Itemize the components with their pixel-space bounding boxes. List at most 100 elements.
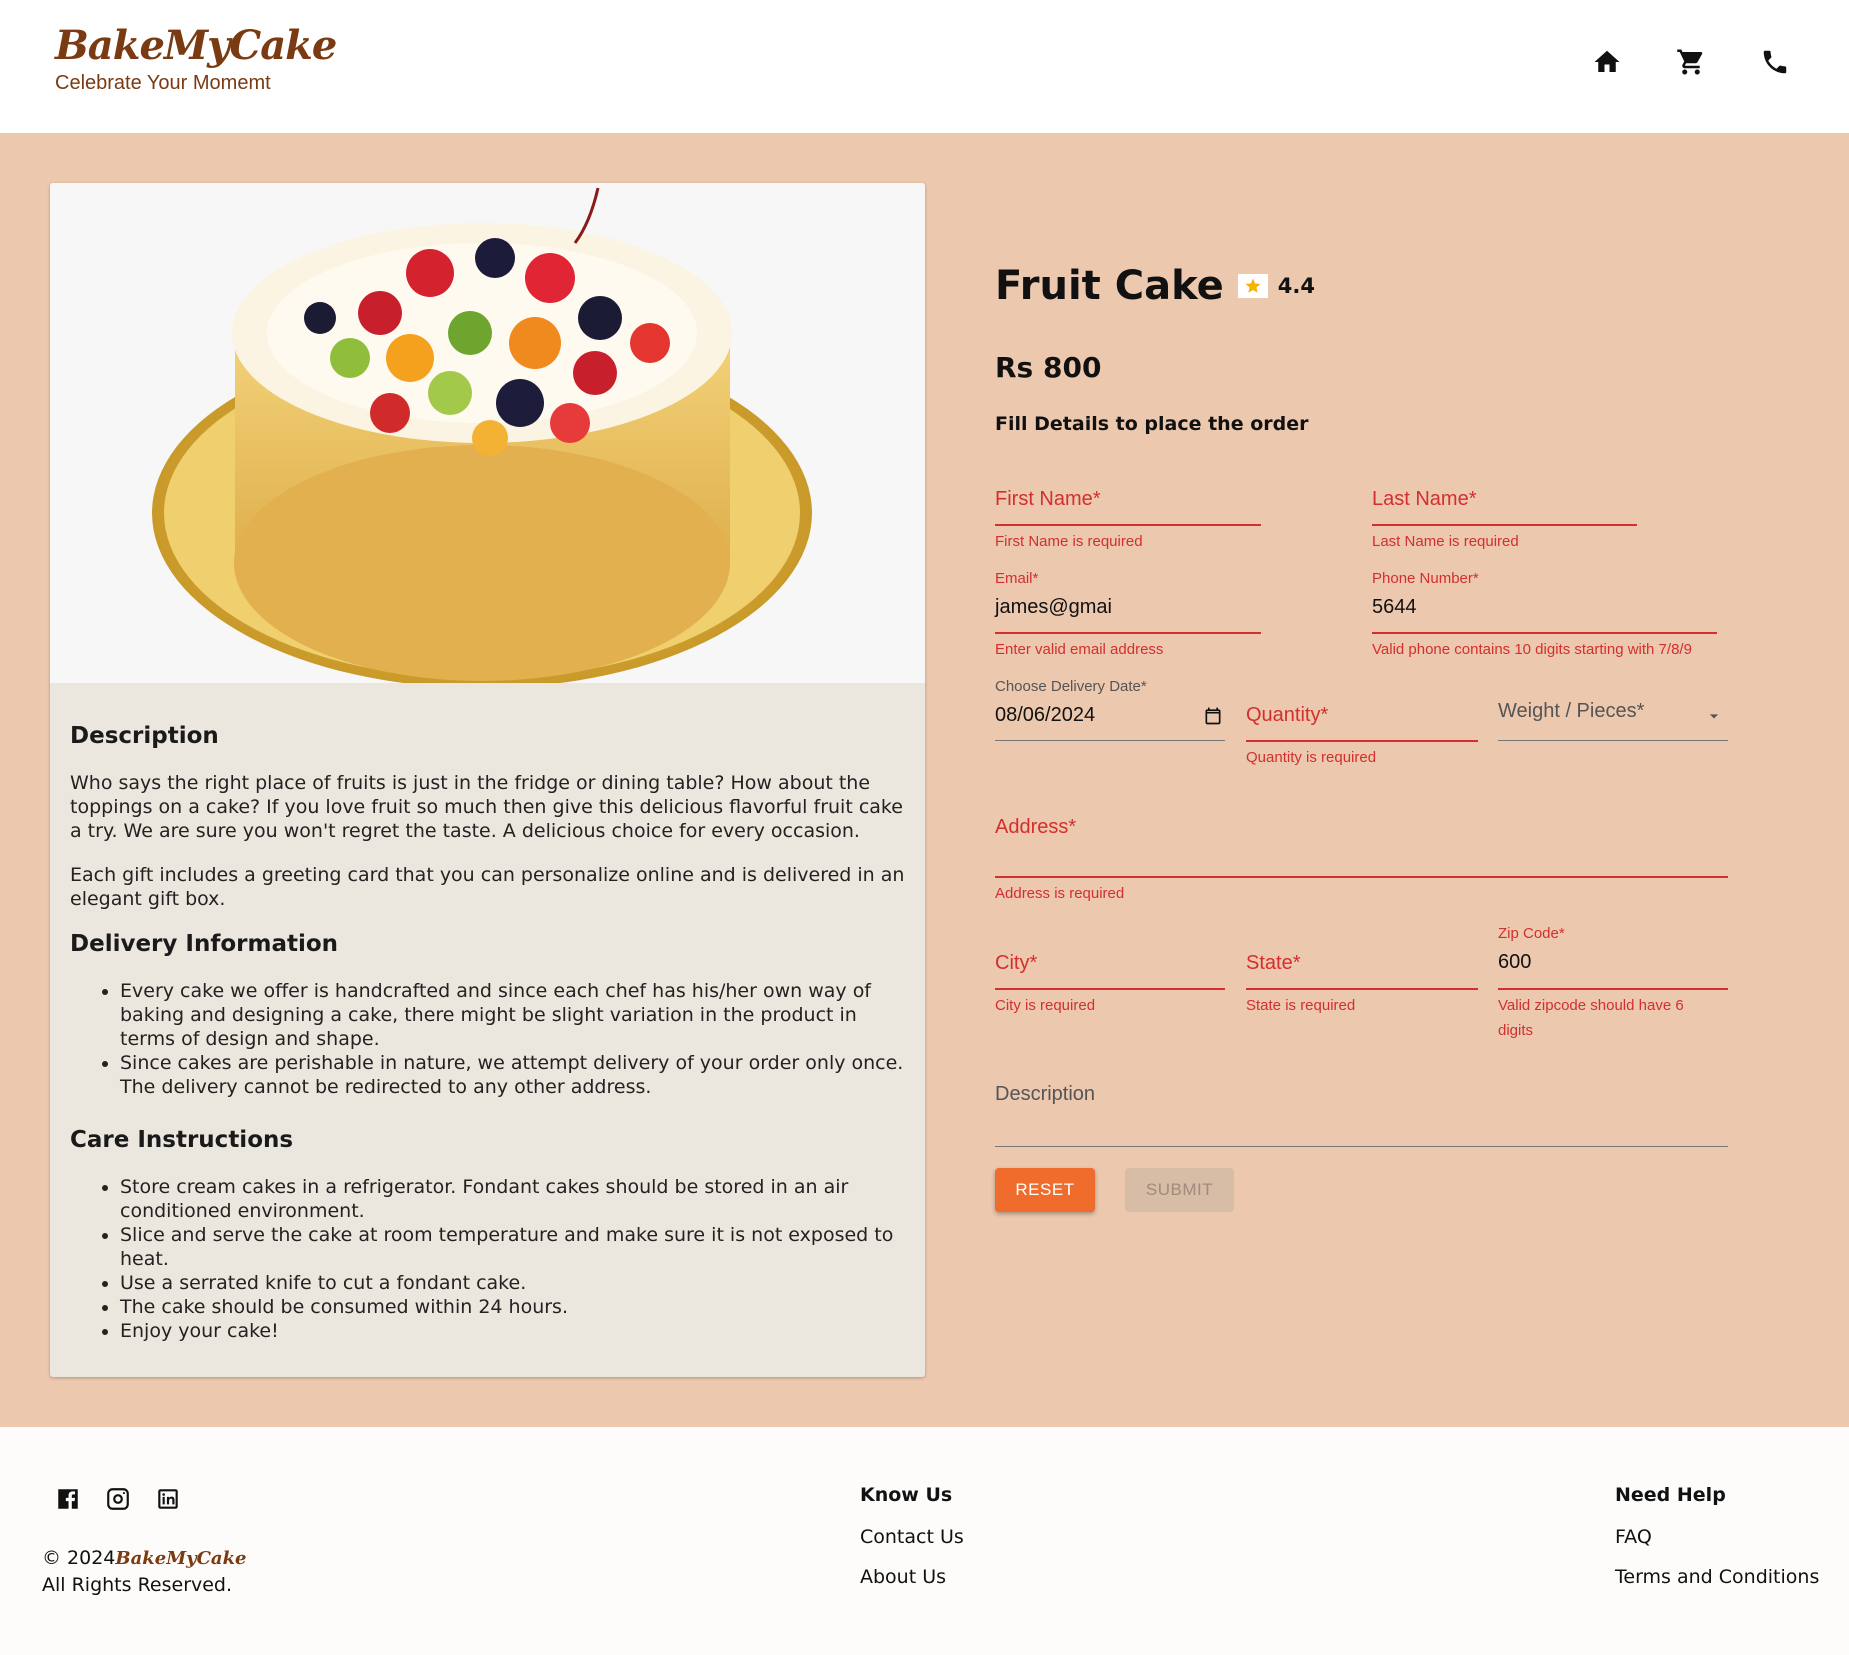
main-content: Description Who says the right place of … bbox=[0, 133, 1849, 1427]
cart-icon[interactable] bbox=[1675, 46, 1707, 78]
last-name-error: Last Name is required bbox=[1372, 533, 1519, 550]
product-name: Fruit Cake bbox=[995, 263, 1224, 309]
product-card: Description Who says the right place of … bbox=[50, 183, 925, 1377]
zip-field[interactable]: Zip Code* 600 Valid zipcode should have … bbox=[1498, 925, 1728, 1039]
social-links bbox=[55, 1486, 181, 1512]
chevron-down-icon[interactable] bbox=[1704, 706, 1724, 726]
zip-label: Zip Code* bbox=[1498, 925, 1565, 942]
state-label: State* bbox=[1246, 952, 1301, 974]
rights-text: All Rights Reserved. bbox=[42, 1574, 233, 1596]
city-label: City* bbox=[995, 952, 1038, 974]
terms-link[interactable]: Terms and Conditions bbox=[1615, 1566, 1819, 1588]
care-list: Store cream cakes in a refrigerator. Fon… bbox=[120, 1175, 905, 1343]
description-paragraph: Each gift includes a greeting card that … bbox=[70, 864, 905, 910]
footer-know-us: Know Us Contact Us About Us bbox=[860, 1484, 964, 1606]
notes-label: Description bbox=[995, 1083, 1096, 1105]
list-item: Store cream cakes in a refrigerator. Fon… bbox=[120, 1175, 905, 1223]
product-rating: 4.4 bbox=[1277, 274, 1315, 298]
product-price: Rs 800 bbox=[995, 351, 1102, 384]
quantity-underline bbox=[1246, 740, 1478, 742]
linkedin-icon[interactable] bbox=[155, 1486, 181, 1512]
quantity-error: Quantity is required bbox=[1246, 749, 1377, 766]
form-instructions: Fill Details to place the order bbox=[995, 413, 1309, 435]
delivery-date-underline bbox=[995, 740, 1225, 741]
list-item: Use a serrated knife to cut a fondant ca… bbox=[120, 1271, 905, 1295]
weight-label: Weight / Pieces* bbox=[1498, 700, 1645, 722]
delivery-date-field[interactable]: Choose Delivery Date* 08/06/2024 bbox=[995, 678, 1225, 748]
weight-select[interactable]: Weight / Pieces* bbox=[1498, 678, 1728, 748]
email-label: Email* bbox=[995, 570, 1039, 587]
calendar-icon[interactable] bbox=[1203, 706, 1223, 726]
list-item: Enjoy your cake! bbox=[120, 1319, 905, 1343]
site-footer: © 2024BakeMyCake All Rights Reserved. Kn… bbox=[0, 1427, 1849, 1655]
city-field[interactable]: City* City is required bbox=[995, 925, 1225, 1015]
footer-need-help: Need Help FAQ Terms and Conditions bbox=[1615, 1484, 1819, 1606]
list-item: Slice and serve the cake at room tempera… bbox=[120, 1223, 905, 1271]
need-help-heading: Need Help bbox=[1615, 1484, 1726, 1506]
zip-error: Valid zipcode should have 6 digits bbox=[1498, 997, 1684, 1039]
phone-icon[interactable] bbox=[1759, 46, 1791, 78]
email-input[interactable]: james@gmai bbox=[995, 596, 1112, 619]
cake-image bbox=[50, 183, 925, 683]
care-heading: Care Instructions bbox=[70, 1127, 294, 1153]
list-item: The cake should be consumed within 24 ho… bbox=[120, 1295, 905, 1319]
description-heading: Description bbox=[70, 723, 219, 749]
state-error: State is required bbox=[1246, 997, 1356, 1014]
quantity-field[interactable]: Quantity* Quantity is required bbox=[1246, 678, 1478, 778]
email-underline bbox=[995, 632, 1261, 634]
first-name-field[interactable]: First Name* First Name is required bbox=[995, 488, 1261, 578]
first-name-error: First Name is required bbox=[995, 533, 1143, 550]
list-item: Since cakes are perishable in nature, we… bbox=[120, 1051, 905, 1099]
first-name-label: First Name* bbox=[995, 488, 1101, 510]
weight-underline bbox=[1498, 740, 1728, 741]
last-name-field[interactable]: Last Name* Last Name is required bbox=[1372, 488, 1637, 578]
city-underline bbox=[995, 988, 1225, 990]
phone-input[interactable]: 5644 bbox=[1372, 596, 1417, 619]
about-us-link[interactable]: About Us bbox=[860, 1566, 964, 1588]
delivery-heading: Delivery Information bbox=[70, 931, 339, 957]
address-error: Address is required bbox=[995, 885, 1125, 902]
phone-field[interactable]: Phone Number* 5644 Valid phone contains … bbox=[1372, 570, 1717, 660]
quantity-label: Quantity* bbox=[1246, 704, 1329, 726]
instagram-icon[interactable] bbox=[105, 1486, 131, 1512]
zip-underline bbox=[1498, 988, 1728, 990]
email-error: Enter valid email address bbox=[995, 641, 1164, 658]
delivery-date-label: Choose Delivery Date* bbox=[995, 678, 1147, 695]
last-name-underline bbox=[1372, 524, 1637, 526]
phone-error: Valid phone contains 10 digits starting … bbox=[1372, 641, 1692, 658]
delivery-list: Every cake we offer is handcrafted and s… bbox=[120, 979, 905, 1099]
order-form: Fruit Cake 4.4 Rs 800 Fill Details to pl… bbox=[995, 133, 1795, 1427]
zip-input[interactable]: 600 bbox=[1498, 951, 1531, 974]
description-paragraph: Who says the right place of fruits is ju… bbox=[70, 772, 903, 842]
header-nav bbox=[1591, 46, 1791, 78]
state-field[interactable]: State* State is required bbox=[1246, 925, 1478, 1015]
faq-link[interactable]: FAQ bbox=[1615, 1526, 1819, 1548]
city-error: City is required bbox=[995, 997, 1096, 1014]
copyright-year: © 2024 bbox=[42, 1547, 116, 1569]
star-icon bbox=[1237, 274, 1268, 298]
know-us-heading: Know Us bbox=[860, 1484, 953, 1506]
email-field[interactable]: Email* james@gmai Enter valid email addr… bbox=[995, 570, 1261, 660]
brand-tagline: Celebrate Your Momemt bbox=[55, 72, 271, 94]
phone-underline bbox=[1372, 632, 1717, 634]
home-icon[interactable] bbox=[1591, 46, 1623, 78]
brand-logo[interactable]: BakeMyCake bbox=[55, 24, 337, 68]
address-field[interactable]: Address* Address is required bbox=[995, 816, 1728, 906]
product-title-row: Fruit Cake 4.4 bbox=[995, 263, 1315, 309]
contact-us-link[interactable]: Contact Us bbox=[860, 1526, 964, 1548]
list-item: Every cake we offer is handcrafted and s… bbox=[120, 979, 905, 1051]
brand[interactable]: BakeMyCake Celebrate Your Momemt bbox=[55, 24, 337, 95]
reset-button[interactable]: RESET bbox=[995, 1168, 1095, 1212]
copyright-brand: BakeMyCake bbox=[115, 1548, 247, 1569]
phone-label: Phone Number* bbox=[1372, 570, 1479, 587]
first-name-underline bbox=[995, 524, 1261, 526]
last-name-label: Last Name* bbox=[1372, 488, 1477, 510]
submit-button[interactable]: SUBMIT bbox=[1125, 1168, 1234, 1212]
copyright: © 2024BakeMyCake All Rights Reserved. bbox=[42, 1545, 247, 1599]
delivery-date-input[interactable]: 08/06/2024 bbox=[995, 704, 1095, 727]
facebook-icon[interactable] bbox=[55, 1486, 81, 1512]
notes-field[interactable]: Description bbox=[995, 1083, 1728, 1147]
site-header: BakeMyCake Celebrate Your Momemt bbox=[0, 0, 1849, 133]
product-details: Description Who says the right place of … bbox=[50, 683, 925, 1343]
address-underline bbox=[995, 876, 1728, 878]
